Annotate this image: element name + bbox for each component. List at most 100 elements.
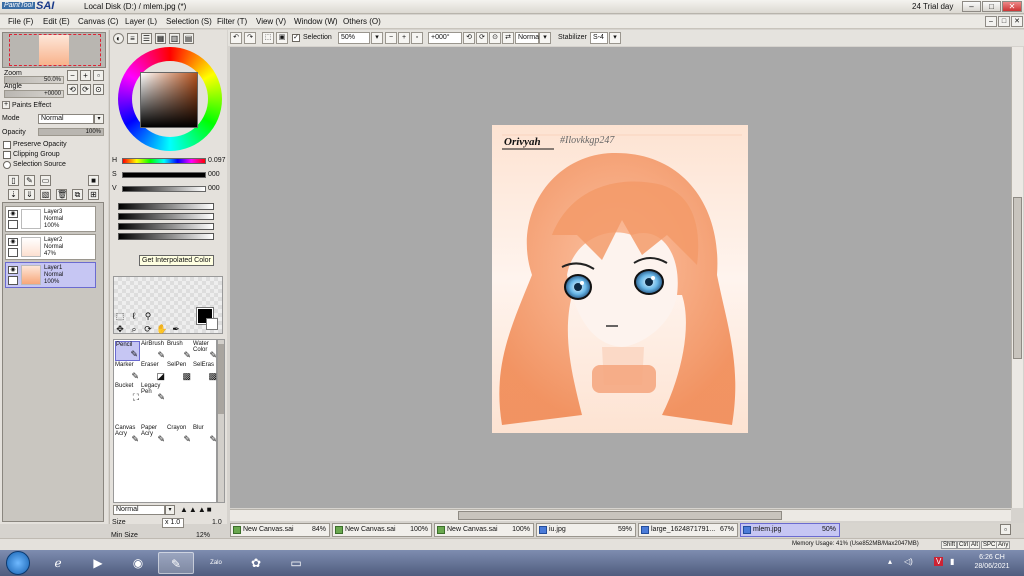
layer-item-layer2[interactable]: ◉ Layer2 Normal 47% bbox=[5, 234, 96, 260]
new-linework-layer-icon[interactable]: ✎ bbox=[24, 175, 35, 186]
artwork-canvas[interactable]: Orivyah #Ilovkkgp247 bbox=[492, 125, 748, 433]
brush-legacy-pen[interactable]: Legacy Pen ✎ bbox=[141, 383, 166, 403]
copy-layer-icon[interactable]: ⧉ bbox=[72, 189, 83, 200]
browser-icon[interactable]: ◉ bbox=[120, 552, 156, 574]
color-wheel-tab-icon[interactable]: ◐ bbox=[113, 33, 124, 44]
flip-icon[interactable]: ⇄ bbox=[502, 32, 514, 44]
brush-blend-select[interactable]: Normal bbox=[113, 505, 165, 515]
zalo-icon[interactable]: Zalo bbox=[198, 552, 234, 574]
layer-item-layer1[interactable]: ◉ Layer1 Normal 100% bbox=[5, 262, 96, 288]
menu-others[interactable]: Others (O) bbox=[343, 17, 381, 26]
menu-file[interactable]: File (F) bbox=[8, 17, 33, 26]
zoom-tool-icon[interactable]: ⌕ bbox=[128, 323, 140, 335]
brush-airbrush[interactable]: AirBrush ✎ bbox=[141, 341, 166, 361]
canvas-horizontal-scrollbar[interactable] bbox=[230, 509, 1011, 521]
brush-paper-acry[interactable]: Paper Acry ✎ bbox=[141, 425, 166, 445]
undo-icon[interactable]: ↶ bbox=[230, 32, 242, 44]
eyedropper-icon[interactable]: ✒ bbox=[170, 323, 182, 335]
tab-mlem-jpg[interactable]: mlem.jpg 50% bbox=[740, 523, 840, 537]
minimize-button[interactable]: – bbox=[962, 1, 981, 12]
menu-view[interactable]: View (V) bbox=[256, 17, 286, 26]
saturation-slider[interactable] bbox=[122, 172, 206, 178]
opacity-slider[interactable]: 100% bbox=[38, 128, 104, 136]
rotate-reset-icon[interactable]: ⊙ bbox=[489, 32, 501, 44]
selection-checkbox[interactable]: ✓ bbox=[292, 34, 300, 42]
merge-visible-icon[interactable]: ⊞ bbox=[88, 189, 99, 200]
doc-close-button[interactable]: ✕ bbox=[1011, 16, 1023, 27]
clipping-group-checkbox[interactable] bbox=[3, 151, 11, 159]
interpolation-bar-1[interactable] bbox=[118, 203, 214, 210]
scratchpad-tab-icon[interactable]: ▤ bbox=[183, 33, 194, 44]
clear-layer-icon[interactable]: ▧ bbox=[40, 189, 51, 200]
deselect-icon[interactable]: ⬚ bbox=[262, 32, 274, 44]
rotate-left-icon[interactable]: ⟲ bbox=[67, 84, 78, 95]
brush-bucket[interactable]: Bucket ⛶ bbox=[115, 383, 140, 403]
brush-blur[interactable]: Blur ✎ bbox=[193, 425, 218, 445]
blend-dropdown-icon[interactable]: ▾ bbox=[539, 32, 551, 44]
zoom-out-icon[interactable]: − bbox=[67, 70, 78, 81]
interpolation-bar-3[interactable] bbox=[118, 223, 214, 230]
brush-shape-icons[interactable]: ▲▲▲■ bbox=[180, 506, 224, 516]
navigator-preview[interactable] bbox=[2, 32, 106, 68]
paint-app-icon[interactable]: ✿ bbox=[238, 552, 274, 574]
brush-eraser[interactable]: Eraser ◪ bbox=[141, 362, 166, 382]
move-icon[interactable]: ✥ bbox=[114, 323, 126, 335]
visibility-eye-icon[interactable]: ◉ bbox=[8, 210, 18, 218]
zoom-fit-icon[interactable]: ▫ bbox=[93, 70, 104, 81]
brush-crayon[interactable]: Crayon ✎ bbox=[167, 425, 192, 445]
value-slider[interactable] bbox=[122, 186, 206, 192]
brush-grid-scrollbar[interactable] bbox=[217, 339, 225, 503]
background-color-swatch[interactable] bbox=[206, 318, 218, 330]
stabilizer-dropdown-icon[interactable]: ▾ bbox=[609, 32, 621, 44]
interpolation-bar-2[interactable] bbox=[118, 213, 214, 220]
menu-window[interactable]: Window (W) bbox=[294, 17, 338, 26]
horizontal-scroll-thumb[interactable] bbox=[458, 511, 782, 520]
layer-item-layer3[interactable]: ◉ Layer3 Normal 100% bbox=[5, 206, 96, 232]
redo-icon[interactable]: ↷ bbox=[244, 32, 256, 44]
paint-effect-toggle-icon[interactable]: + bbox=[2, 101, 10, 109]
visibility-eye-icon[interactable]: ◉ bbox=[8, 266, 18, 274]
merge-down-icon[interactable]: ⇓ bbox=[24, 189, 35, 200]
menu-filter[interactable]: Filter (T) bbox=[217, 17, 247, 26]
selection-source-checkbox[interactable] bbox=[3, 161, 11, 169]
brush-watercolor[interactable]: Water Color ✎ bbox=[193, 341, 218, 361]
rgb-slider-tab-icon[interactable]: ≡ bbox=[127, 33, 138, 44]
zoom-out-icon[interactable]: − bbox=[385, 32, 397, 44]
tab-large-image[interactable]: large_1624871791... 67% bbox=[638, 523, 738, 537]
navigator-viewport-frame[interactable] bbox=[9, 34, 101, 66]
rotate-right-icon[interactable]: ⟳ bbox=[476, 32, 488, 44]
brush-marker[interactable]: Marker ✎ bbox=[115, 362, 140, 382]
angle-value[interactable]: +000° bbox=[428, 32, 462, 44]
tab-iu-jpg[interactable]: iu.jpg 59% bbox=[536, 523, 636, 537]
select-rect-icon[interactable]: ⬚ bbox=[114, 310, 126, 322]
zoom-in-icon[interactable]: + bbox=[398, 32, 410, 44]
swatches-tab-icon[interactable]: ▥ bbox=[169, 33, 180, 44]
saturation-value-square[interactable] bbox=[140, 72, 198, 128]
vivaldi-tray-icon[interactable]: V bbox=[934, 557, 944, 566]
menu-edit[interactable]: Edit (E) bbox=[43, 17, 70, 26]
tab-new-canvas-1[interactable]: New Canvas.sai 84% bbox=[230, 523, 330, 537]
stabilizer-select[interactable]: S-4 bbox=[590, 32, 608, 44]
menu-layer[interactable]: Layer (L) bbox=[125, 17, 157, 26]
zoom-app-icon[interactable]: ▶ bbox=[80, 552, 116, 574]
layer-lock-checkbox[interactable] bbox=[8, 248, 18, 257]
rotate-reset-icon[interactable]: ⊙ bbox=[93, 84, 104, 95]
tab-new-canvas-3[interactable]: New Canvas.sai 100% bbox=[434, 523, 534, 537]
layer-lock-checkbox[interactable] bbox=[8, 220, 18, 229]
new-folder-icon[interactable]: ▭ bbox=[40, 175, 51, 186]
brush-seleras[interactable]: SelEras ▩ bbox=[193, 362, 218, 382]
zoom-in-icon[interactable]: + bbox=[80, 70, 91, 81]
brush-brush[interactable]: Brush ✎ bbox=[167, 341, 192, 361]
painttool-sai-taskbar-icon[interactable]: ✎ bbox=[158, 552, 194, 574]
delete-layer-icon[interactable]: 🗑 bbox=[56, 189, 67, 200]
magic-wand-icon[interactable]: ⚲ bbox=[142, 310, 154, 322]
lasso-icon[interactable]: ℓ bbox=[128, 310, 140, 322]
file-explorer-icon[interactable]: ▭ bbox=[278, 552, 314, 574]
tray-arrow-icon[interactable]: ▴ bbox=[888, 557, 892, 566]
maximize-button[interactable]: □ bbox=[982, 1, 1001, 12]
hsv-slider-tab-icon[interactable]: ☰ bbox=[141, 33, 152, 44]
layer-pen-icon[interactable] bbox=[8, 276, 18, 285]
network-icon[interactable]: ▮ bbox=[950, 557, 954, 566]
size-multiplier-select[interactable]: x 1.0 bbox=[162, 518, 184, 528]
close-button[interactable]: ✕ bbox=[1002, 1, 1022, 12]
